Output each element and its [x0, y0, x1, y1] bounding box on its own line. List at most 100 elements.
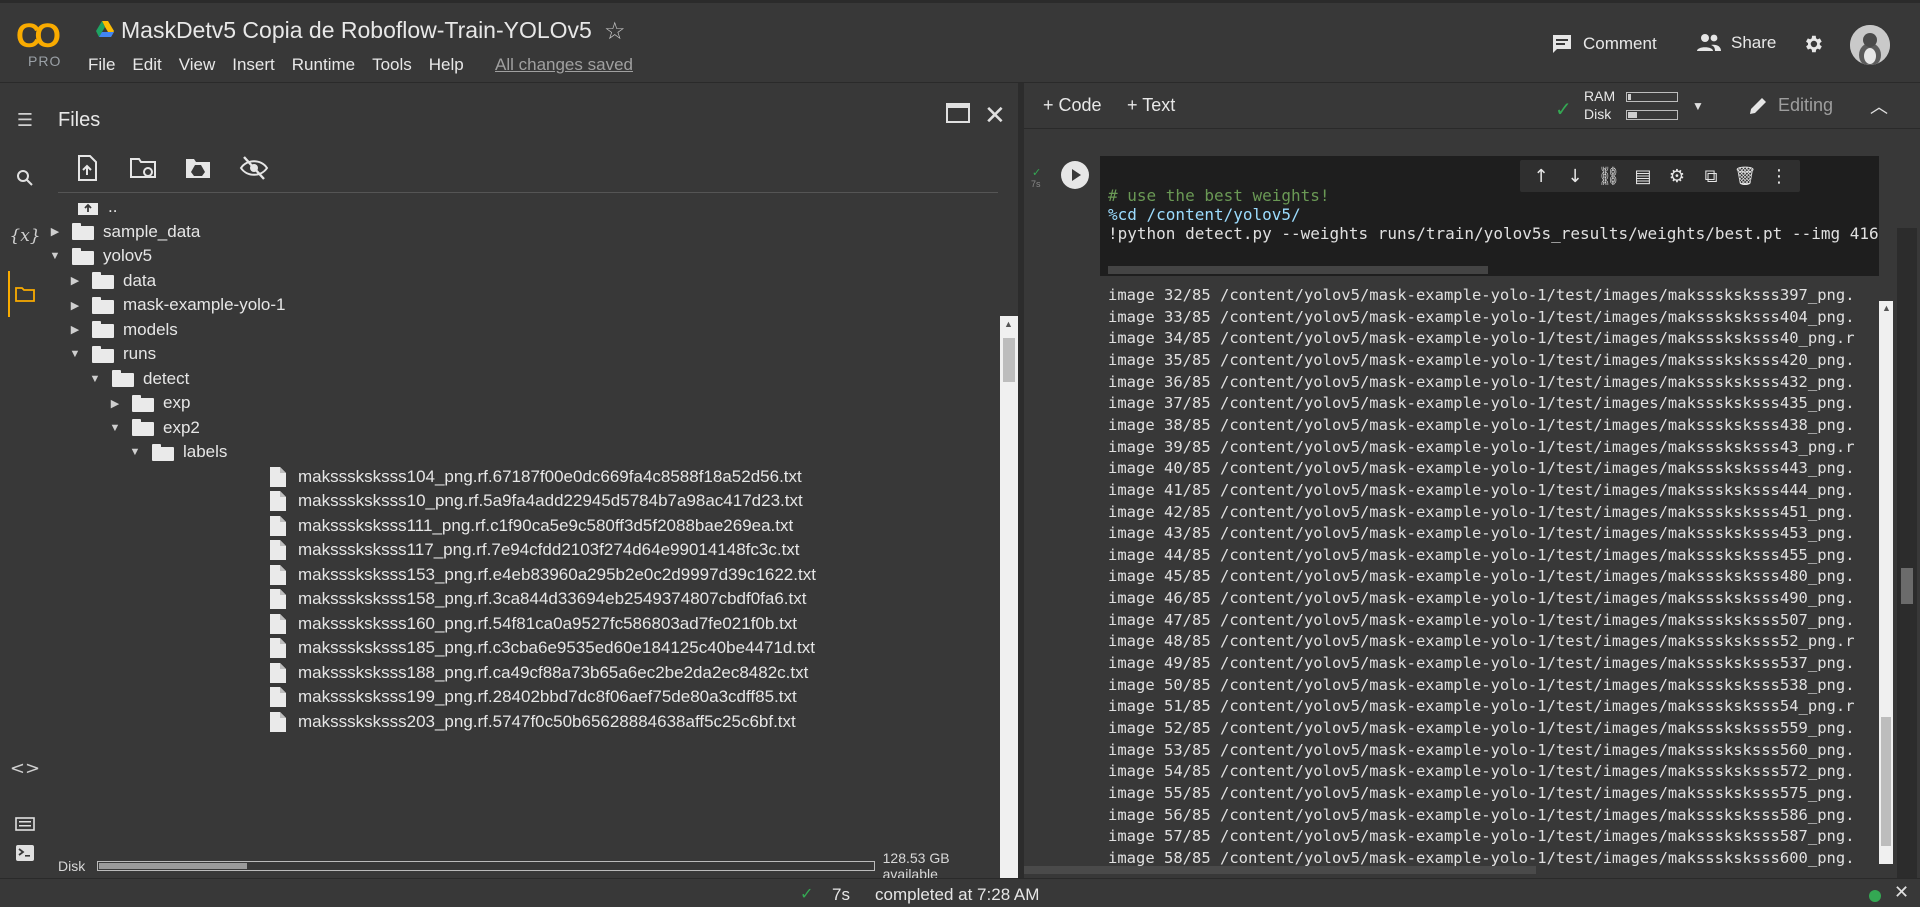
folder-icon: [72, 247, 94, 265]
tree-item-label: maksssksksss203_png.rf.5747f0c50b6562888…: [298, 711, 796, 731]
file-item[interactable]: maksssksksss111_png.rf.c1f90ca5e9c580ff3…: [270, 513, 793, 539]
move-down-icon[interactable]: ↓: [1558, 166, 1592, 187]
menu-tools[interactable]: Tools: [372, 55, 412, 75]
menu-insert[interactable]: Insert: [232, 55, 275, 75]
menu-help[interactable]: Help: [429, 55, 464, 75]
folder-item[interactable]: ▼ detect: [88, 366, 190, 392]
colab-logo[interactable]: CO PRO: [16, 17, 70, 73]
menu-bar: File Edit View Insert Runtime Tools Help: [88, 55, 481, 75]
scrollbar-thumb[interactable]: [1003, 338, 1015, 382]
comment-button[interactable]: Comment: [1551, 33, 1657, 55]
ram-usage-bar[interactable]: [1626, 92, 1678, 102]
code-cell[interactable]: ✓ 7s # use the best weights! %cd /content…: [1024, 156, 1920, 878]
delete-icon[interactable]: 🗑: [1728, 166, 1762, 187]
file-item[interactable]: maksssksksss153_png.rf.e4eb83960a295b2e0…: [270, 562, 816, 588]
menu-view[interactable]: View: [179, 55, 216, 75]
folder-item[interactable]: ▶ exp: [108, 390, 191, 416]
chevron-up-icon[interactable]: ︿: [1870, 93, 1888, 119]
file-item[interactable]: maksssksksss10_png.rf.5a9fa4add22945d578…: [270, 488, 803, 514]
notebook-horizontal-scrollbar[interactable]: [1024, 866, 1536, 874]
file-item[interactable]: maksssksksss185_png.rf.c3cba6e9535ed60e1…: [270, 635, 815, 661]
menu-runtime[interactable]: Runtime: [292, 55, 355, 75]
output-scrollbar[interactable]: ▲: [1879, 301, 1893, 864]
chevron-down-icon[interactable]: ▼: [88, 373, 102, 385]
file-item[interactable]: maksssksksss188_png.rf.ca49cf88a73b65a6e…: [270, 660, 808, 686]
file-item[interactable]: maksssksksss160_png.rf.54f81ca0a9527fc58…: [270, 611, 797, 637]
mirror-cell-icon[interactable]: ⧉: [1694, 166, 1728, 187]
folder-item[interactable]: ▼ runs: [68, 341, 157, 367]
people-icon: [1697, 34, 1721, 51]
folder-icon[interactable]: [12, 281, 38, 307]
chevron-right-icon[interactable]: ▶: [48, 225, 62, 238]
link-icon[interactable]: ⛓: [1592, 166, 1626, 187]
file-item[interactable]: maksssksksss117_png.rf.7e94cfdd2103f274d…: [270, 537, 800, 563]
move-up-icon[interactable]: ↑: [1524, 166, 1558, 187]
folder-item[interactable]: ▼ labels: [128, 439, 228, 465]
refresh-folder-icon[interactable]: [128, 153, 158, 183]
folder-item[interactable]: ▶ mask-example-yolo-1: [68, 292, 286, 318]
close-icon[interactable]: ✕: [984, 101, 1006, 131]
variables-icon[interactable]: {x}: [9, 223, 40, 249]
chevron-down-icon[interactable]: ▼: [108, 422, 122, 434]
google-drive-icon[interactable]: [96, 21, 114, 37]
file-item[interactable]: maksssksksss104_png.rf.67187f00e0dc669fa…: [270, 464, 802, 490]
notebook-title[interactable]: MaskDetv5 Copia de Roboflow-Train-YOLOv5: [121, 17, 592, 44]
notebook-scrollbar[interactable]: [1897, 228, 1917, 878]
output-line: image 51/85 /content/yolov5/mask-example…: [1108, 697, 1855, 716]
close-icon[interactable]: ✕: [1894, 882, 1909, 903]
chevron-right-icon[interactable]: ▶: [108, 397, 122, 410]
run-cell-button[interactable]: [1061, 161, 1089, 189]
logo-pro-label: PRO: [28, 53, 62, 69]
terminal-icon[interactable]: [12, 840, 38, 866]
output-scrollbar-thumb[interactable]: [1881, 717, 1891, 846]
parent-folder-item[interactable]: ..: [48, 203, 117, 220]
folder-item[interactable]: ▶ sample_data: [48, 219, 201, 245]
chevron-down-icon[interactable]: ▼: [68, 348, 82, 360]
star-icon[interactable]: ☆: [604, 17, 626, 46]
output-line: image 45/85 /content/yolov5/mask-example…: [1108, 567, 1855, 586]
chevron-down-icon[interactable]: ▼: [48, 250, 62, 262]
open-in-tab-icon[interactable]: [946, 103, 970, 123]
runtime-menu-caret-icon[interactable]: ▼: [1692, 99, 1704, 113]
upload-file-icon[interactable]: [72, 153, 102, 183]
folder-item[interactable]: ▶ models: [68, 317, 178, 343]
chevron-right-icon[interactable]: ▶: [68, 299, 82, 312]
add-text-button[interactable]: + Text: [1127, 95, 1175, 116]
editing-mode-button[interactable]: Editing: [1748, 95, 1833, 116]
ram-label: RAM: [1584, 88, 1616, 104]
code-line: %cd /content/yolov5/: [1108, 205, 1301, 224]
gear-icon[interactable]: ⚙: [1660, 166, 1694, 187]
file-item[interactable]: maksssksksss158_png.rf.3ca844d33694eb254…: [270, 586, 806, 612]
folder-item[interactable]: ▶ data: [68, 268, 156, 294]
user-avatar[interactable]: [1850, 25, 1890, 65]
notebook-scrollbar-thumb[interactable]: [1901, 568, 1913, 604]
gear-icon[interactable]: [1802, 33, 1824, 55]
comment-icon[interactable]: ▤: [1626, 166, 1660, 187]
more-options-icon[interactable]: ⋮: [1762, 166, 1796, 187]
files-scrollbar[interactable]: ▲ ▼: [1000, 316, 1018, 907]
chevron-right-icon[interactable]: ▶: [68, 323, 82, 336]
search-icon[interactable]: [12, 165, 38, 191]
file-icon: [270, 491, 286, 511]
folder-item[interactable]: ▼ exp2: [108, 415, 200, 441]
file-item[interactable]: maksssksksss203_png.rf.5747f0c50b6562888…: [270, 709, 796, 735]
folder-item[interactable]: ▼ yolov5: [48, 243, 153, 269]
hide-files-icon[interactable]: [239, 153, 269, 183]
code-snippets-icon[interactable]: <>: [10, 755, 40, 781]
status-check-icon: ✓: [800, 884, 814, 903]
mount-drive-icon[interactable]: [183, 153, 213, 183]
add-code-button[interactable]: + Code: [1043, 95, 1102, 116]
share-button[interactable]: Share: [1697, 33, 1776, 53]
command-palette-icon[interactable]: [12, 811, 38, 837]
file-item[interactable]: maksssksksss199_png.rf.28402bbd7dc8f06ae…: [270, 684, 797, 710]
save-status-link[interactable]: All changes saved: [495, 55, 633, 75]
table-of-contents-icon[interactable]: ☰: [12, 107, 38, 133]
menu-file[interactable]: File: [88, 55, 115, 75]
status-message[interactable]: completed at 7:28 AM: [875, 885, 1039, 905]
menu-edit[interactable]: Edit: [132, 55, 161, 75]
output-line: image 36/85 /content/yolov5/mask-example…: [1108, 372, 1855, 391]
code-horizontal-scrollbar[interactable]: [1108, 266, 1488, 274]
chevron-right-icon[interactable]: ▶: [68, 274, 82, 287]
disk-usage-bar-nb[interactable]: [1626, 110, 1678, 120]
chevron-down-icon[interactable]: ▼: [128, 446, 142, 458]
